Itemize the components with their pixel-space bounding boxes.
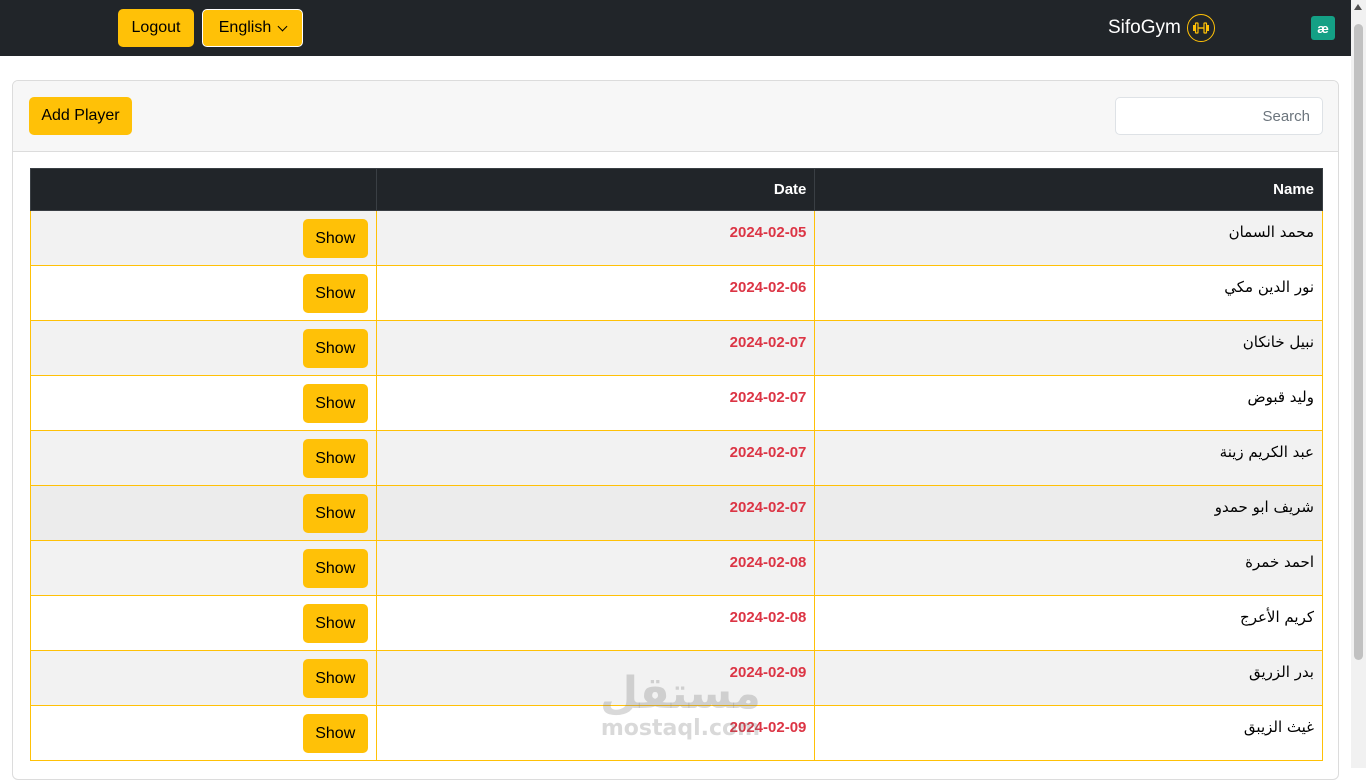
action-cell: Show (30, 320, 377, 376)
table-row: Show 2024-02-07 نبيل خانكان (30, 320, 1323, 376)
date-cell: 2024-02-09 (375, 650, 816, 706)
show-button[interactable]: Show (302, 274, 368, 313)
date-cell: 2024-02-05 (375, 210, 816, 266)
table-row: Show 2024-02-08 كريم الأعرج (30, 595, 1323, 651)
date-cell: 2024-02-09 (375, 705, 816, 761)
table-row: Show 2024-02-05 محمد السمان (30, 210, 1323, 266)
scroll-up-arrow-icon[interactable] (1354, 4, 1362, 10)
action-cell: Show (30, 375, 377, 431)
show-button[interactable]: Show (302, 494, 368, 533)
players-card: Add Player Date Name Show2024-02-05محمد … (12, 80, 1339, 780)
date-cell: 2024-02-07 (375, 430, 816, 486)
show-button[interactable]: Show (302, 714, 368, 753)
table-row: Show 2024-02-07 عبد الكريم زينة (30, 430, 1323, 486)
header-date: Date (375, 168, 816, 211)
date-cell: 2024-02-07 (375, 375, 816, 431)
show-button[interactable]: Show (302, 219, 368, 258)
date-cell: 2024-02-08 (375, 540, 816, 596)
page-scrollbar[interactable] (1351, 0, 1366, 768)
top-navbar: Logout English SifoGym æ (0, 0, 1366, 56)
table-row: Show 2024-02-09 بدر الزريق (30, 650, 1323, 706)
brand[interactable]: SifoGym (1108, 14, 1215, 42)
action-cell: Show (30, 430, 377, 486)
show-button[interactable]: Show (302, 549, 368, 588)
show-button[interactable]: Show (302, 439, 368, 478)
name-cell: محمد السمان (814, 210, 1323, 266)
action-cell: Show (30, 265, 377, 321)
add-player-button[interactable]: Add Player (29, 97, 132, 135)
name-cell: وليد قبوض (814, 375, 1323, 431)
table-row: Show 2024-02-07 وليد قبوض (30, 375, 1323, 431)
table-row: Show 2024-02-09 غيث الزيبق (30, 705, 1323, 761)
name-cell: شريف ابو حمدو (814, 485, 1323, 541)
name-cell: كريم الأعرج (814, 595, 1323, 651)
action-cell: Show (30, 705, 377, 761)
show-button[interactable]: Show (302, 384, 368, 423)
show-button[interactable]: Show (302, 604, 368, 643)
date-cell: 2024-02-08 (375, 595, 816, 651)
search-input[interactable] (1115, 97, 1323, 135)
table-row: Show 2024-02-06 نور الدين مكي (30, 265, 1323, 321)
table-row: Show 2024-02-08 احمد خمرة (30, 540, 1323, 596)
dumbbell-icon (1186, 14, 1215, 42)
show-button[interactable]: Show (302, 659, 368, 698)
table-header-row: Date Name (30, 168, 1323, 211)
action-cell: Show (30, 595, 377, 651)
language-dropdown[interactable]: English (202, 9, 303, 47)
logout-button[interactable]: Logout (118, 9, 194, 47)
action-cell: Show (30, 540, 377, 596)
card-header: Add Player (13, 81, 1338, 152)
action-cell: Show (30, 485, 377, 541)
chevron-down-icon (277, 21, 288, 31)
brand-name: SifoGym (1108, 17, 1181, 38)
date-cell: 2024-02-07 (375, 320, 816, 376)
language-label: English (218, 19, 272, 36)
action-cell: Show (30, 650, 377, 706)
name-cell: بدر الزريق (814, 650, 1323, 706)
name-cell: غيث الزيبق (814, 705, 1323, 761)
date-cell: 2024-02-07 (375, 485, 816, 541)
name-cell: نبيل خانكان (814, 320, 1323, 376)
scroll-thumb[interactable] (1354, 24, 1363, 660)
name-cell: نور الدين مكي (814, 265, 1323, 321)
name-cell: عبد الكريم زينة (814, 430, 1323, 486)
table-row: Show 2024-02-07 شريف ابو حمدو (30, 485, 1323, 541)
header-action (30, 168, 377, 211)
name-cell: احمد خمرة (814, 540, 1323, 596)
show-button[interactable]: Show (302, 329, 368, 368)
players-table: Date Name Show 2024-02-05 محمد السمان Show 2… (30, 168, 1323, 761)
action-cell: Show (30, 210, 377, 266)
header-name: Name (814, 168, 1323, 211)
extension-icon[interactable]: æ (1311, 16, 1335, 40)
date-cell: 2024-02-06 (375, 265, 816, 321)
